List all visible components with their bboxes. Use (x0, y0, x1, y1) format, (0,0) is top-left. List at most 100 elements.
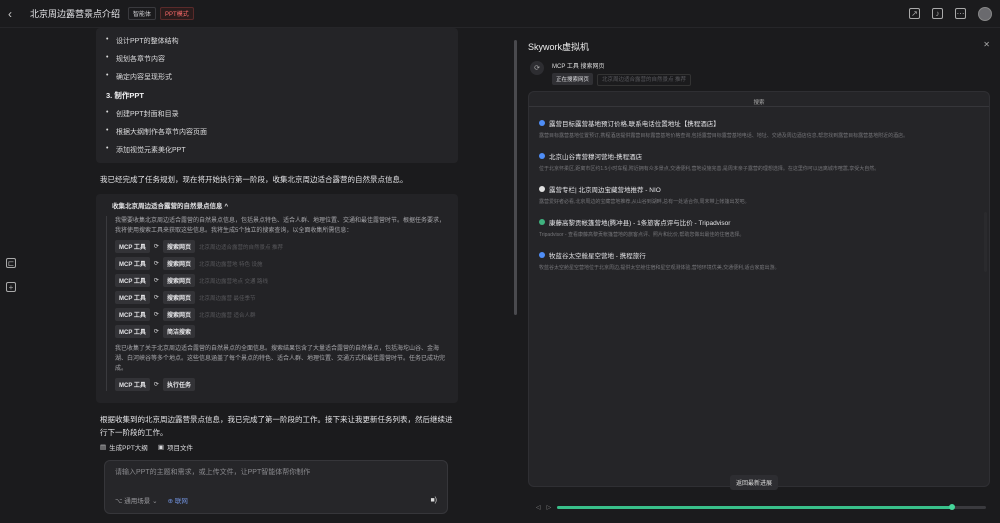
tool-call-row[interactable]: MCP 工具 ⟳ 执行任务 (115, 378, 448, 391)
search-result[interactable]: 露营目标露营基地预订价格,联系电话位置地址【携程酒店】 露营目标露营基地位置预订… (539, 118, 979, 140)
avatar[interactable] (978, 6, 992, 21)
result-description: 露营目标露营基地位置预订,携程酒店提供露营目标露营基地价格查询,包括露营目标露营… (539, 133, 909, 139)
tool-tag: MCP 工具 (115, 274, 150, 287)
plan-item: 添加视觉元素美化PPT (106, 141, 448, 159)
tool-call-row[interactable]: MCP 工具 ⟳ 搜索网页 北京周边露营 适合人群 (115, 308, 448, 321)
plan-item: 规划各章节内容 (106, 50, 448, 68)
screen-scrollbar[interactable] (984, 212, 987, 272)
tool-argument: 北京周边露营 适合人群 (198, 312, 256, 319)
project-files-button[interactable]: ▣ 项目文件 (158, 442, 193, 452)
pin-icon[interactable]: ✕ (983, 40, 990, 49)
back-arrow-icon[interactable]: ‹ (8, 7, 20, 21)
plan-item: 设计PPT的整体结构 (106, 32, 448, 50)
agent-badge[interactable]: 智能体 (128, 7, 157, 20)
search-icon: ⟳ (153, 278, 159, 284)
search-results: 露营目标露营基地预订价格,联系电话位置地址【携程酒店】 露营目标露营基地位置预订… (539, 118, 979, 283)
tool-argument: 北京周边露营 最佳季节 (198, 295, 256, 302)
result-description: 位于北京怀柔区,距离市区约1.5小时车程,附近拥有众多景点,交通便利,营地设施完… (539, 166, 880, 172)
search-result[interactable]: 露营专栏| 北京周边宝藏营地推荐 - NIO 露营爱好者必看,北京周边的宝藏营地… (539, 184, 979, 206)
chat-input-box[interactable]: 请输入PPT的主题和需求，或上传文件，让PPT智能体帮你制作 ⌥ 通用场景 ⌄ … (104, 460, 448, 514)
progress-fill (557, 505, 952, 509)
left-sidebar: ⊏ + (6, 258, 20, 292)
task-step-header[interactable]: 收集北京周边适合露营的自然景点信息 ^ (106, 200, 448, 210)
virtual-machine-panel: Skywork虚拟机 ✕ ⟳ MCP 工具 搜索网页 正在搜索网页 北京周边适合… (520, 28, 1000, 523)
tool-call-row[interactable]: MCP 工具 ⟳ 搜索网页 北京周边露营地 特色 设施 (115, 257, 448, 270)
notification-bell-icon[interactable]: ♪ (932, 8, 943, 19)
task-icon: ⟳ (153, 382, 159, 388)
next-step-icon[interactable]: ▷ (547, 504, 552, 511)
plan-item: 创建PPT封面和目录 (106, 105, 448, 123)
tool-action: 搜索网页 (162, 257, 195, 270)
search-result[interactable]: 牧蓝谷太空舱星空营地 - 携程旅行 牧蓝谷太空舱星空营地位于北京周边,提供太空舱… (539, 250, 979, 272)
tool-tag: MCP 工具 (115, 291, 150, 304)
assistant-message: 根据收集到的北京周边露营景点信息，我已完成了第一阶段的工作。接下来让我更新任务列… (100, 415, 453, 437)
tool-action: 搜索网页 (162, 291, 195, 304)
site-favicon-icon (539, 219, 545, 225)
page-title: 北京周边露营景点介绍 (30, 9, 121, 19)
vm-tool-status: ⟳ MCP 工具 搜索网页 正在搜索网页 北京周边适合露营的自然景点 推荐 (530, 61, 691, 86)
new-chat-icon[interactable]: + (6, 282, 16, 292)
vm-query-chip: 北京周边适合露营的自然景点 推荐 (596, 74, 691, 86)
chat-scrollbar[interactable] (514, 40, 517, 315)
progress-track[interactable] (557, 503, 986, 510)
result-description: 露营爱好者必看,北京周边的宝藏营地推荐,从山谷到湖畔,总有一处适合你,周末带上帐… (539, 199, 750, 205)
tool-call-row[interactable]: MCP 工具 ⟳ 搜索网页 北京周边露营 最佳季节 (115, 291, 448, 304)
chat-input-placeholder[interactable]: 请输入PPT的主题和需求，或上传文件，让PPT智能体帮你制作 (115, 467, 437, 477)
web-search-toggle[interactable]: ⊕ 联网 (168, 495, 188, 505)
plan-section-heading: 3. 制作PPT (106, 91, 144, 100)
result-title[interactable]: 北京山谷青营穆河营地-携程酒店 (549, 151, 642, 161)
task-plan-block: 设计PPT的整体结构 规划各章节内容 确定内容呈现形式 3. 制作PPT 创建P… (96, 28, 458, 163)
screen-header: 搜索 (753, 100, 765, 106)
tool-tag: MCP 工具 (115, 308, 150, 321)
vm-title: Skywork虚拟机 (528, 42, 590, 52)
result-title[interactable]: 牧蓝谷太空舱星空营地 - 携程旅行 (549, 250, 646, 260)
ppt-mode-badge[interactable]: PPT模式 (160, 7, 194, 20)
site-favicon-icon (539, 186, 545, 192)
step-summary-text: 我已收集了关于北京周边适合露营的自然景点的全面信息。搜索结果包含了大量适合露营的… (115, 346, 446, 372)
assistant-message: 我已经完成了任务规划，现在将开始执行第一阶段，收集北京周边适合露营的自然景点信息… (100, 175, 408, 184)
step-intro-text: 我需要收集北京周边适合露营的自然景点信息，包括景点特色、适合人群、地理位置、交通… (115, 218, 446, 234)
quick-actions: ▤ 生成PPT大纲 ▣ 项目文件 (100, 442, 193, 452)
chevron-up-icon[interactable]: ^ (224, 203, 228, 210)
tool-action: 搜索网页 (162, 240, 195, 253)
web-search-label: 联网 (174, 498, 188, 505)
tool-tag: MCP 工具 (115, 257, 150, 270)
send-icon[interactable]: ■) (430, 497, 437, 504)
search-icon: ⟳ (153, 312, 159, 318)
share-icon[interactable]: ↗ (909, 8, 920, 19)
result-title[interactable]: 康藤高黎贡帐篷营地(腾冲县) - 1条旅客点评与比价 - Tripadvisor (549, 217, 730, 227)
result-description: Tripadvisor - 查看康藤高黎贡帐篷营地的旅客点评、照片和比价,帮助您… (539, 232, 745, 238)
generate-ppt-outline-label: 生成PPT大纲 (109, 445, 148, 452)
result-title[interactable]: 露营专栏| 北京周边宝藏营地推荐 - NIO (549, 184, 661, 194)
result-title[interactable]: 露营目标露营基地预订价格,联系电话位置地址【携程酒店】 (549, 118, 720, 128)
progress-handle[interactable] (948, 503, 955, 510)
tool-tag: MCP 工具 (115, 325, 150, 338)
tool-tag: MCP 工具 (115, 240, 150, 253)
return-latest-button[interactable]: 返回最新进展 (730, 475, 779, 490)
tool-argument: 北京周边露营地点 交通 路线 (198, 278, 269, 285)
prev-step-icon[interactable]: ◁ (536, 504, 541, 511)
scene-label: 通用场景 (124, 498, 151, 505)
search-result[interactable]: 北京山谷青营穆河营地-携程酒店 位于北京怀柔区,距离市区约1.5小时车程,附近拥… (539, 151, 979, 173)
generate-ppt-outline-button[interactable]: ▤ 生成PPT大纲 (100, 442, 148, 452)
vm-status-chip: 正在搜索网页 (552, 73, 594, 85)
globe-icon: ⊕ (167, 498, 175, 505)
plan-item: 确定内容呈现形式 (106, 68, 448, 86)
result-description: 牧蓝谷太空舱星空营地位于北京周边,提供太空舱住宿和星空观测体验,营地环境优美,交… (539, 265, 780, 271)
tool-call-row[interactable]: MCP 工具 ⟳ 搜索网页 北京周边露营地点 交通 路线 (115, 274, 448, 287)
chevron-down-icon: ⌄ (150, 498, 158, 505)
more-icon[interactable]: ⋯ (955, 8, 966, 19)
site-favicon-icon (539, 120, 545, 126)
task-step-title: 收集北京周边适合露营的自然景点信息 (112, 203, 223, 210)
project-files-label: 项目文件 (166, 445, 193, 452)
sidebar-toggle-icon[interactable]: ⊏ (6, 258, 16, 268)
search-result[interactable]: 康藤高黎贡帐篷营地(腾冲县) - 1条旅客点评与比价 - Tripadvisor… (539, 217, 979, 239)
divider (529, 106, 989, 107)
scene-icon: ⌥ (115, 498, 125, 505)
search-icon: ⟳ (530, 61, 544, 75)
tool-action: 搜索网页 (162, 308, 195, 321)
scene-selector[interactable]: ⌥ 通用场景 ⌄ (115, 495, 158, 505)
tool-call-row[interactable]: MCP 工具 ⟳ 简洁搜索 (115, 325, 448, 338)
tool-argument: 北京周边适合露营的自然景点 推荐 (198, 244, 283, 251)
tool-call-row[interactable]: MCP 工具 ⟳ 搜索网页 北京周边适合露营的自然景点 推荐 (115, 240, 448, 253)
